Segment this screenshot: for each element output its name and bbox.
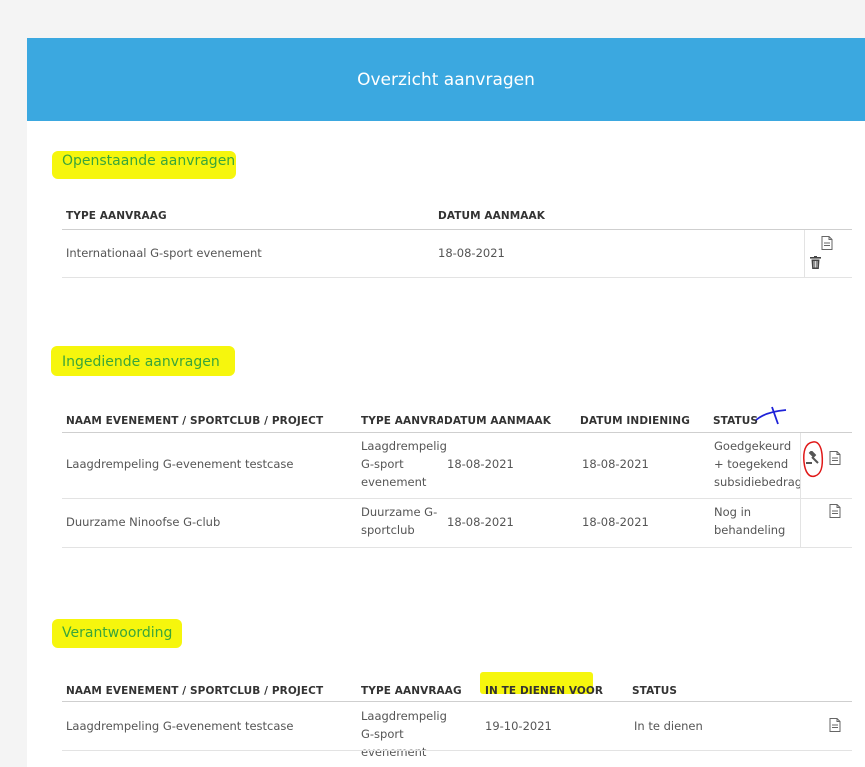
open-actions-divider xyxy=(804,230,805,278)
submitted-row1-status: Goedgekeurd + toegekend subsidiebedrag xyxy=(714,439,803,489)
document-icon[interactable] xyxy=(829,718,841,732)
document-icon[interactable] xyxy=(821,236,833,250)
submitted-row1-submitted: 18-08-2021 xyxy=(582,457,649,471)
submitted-col-created: DATUM AANMAAK xyxy=(444,415,551,427)
justification-row-status: In te dienen xyxy=(634,719,703,733)
submitted-row2-status: Nog in behandeling xyxy=(714,505,786,537)
submitted-row1-name: Laagdrempeling G-evenement testcase xyxy=(66,457,294,471)
trash-icon[interactable] xyxy=(810,256,821,269)
open-col-created: DATUM AANMAAK xyxy=(438,210,545,222)
open-header-divider xyxy=(62,229,852,230)
open-row-divider xyxy=(62,277,852,278)
justification-section-title: Verantwoording xyxy=(62,625,173,641)
justification-col-due: IN TE DIENEN VOOR xyxy=(485,685,604,697)
overview-header: Overzicht aanvragen xyxy=(27,38,865,121)
open-col-type: TYPE AANVRAAG xyxy=(66,210,167,222)
page-title: Overzicht aanvragen xyxy=(357,69,535,90)
justification-header-divider xyxy=(62,701,852,702)
submitted-col-type: TYPE AANVRAAG xyxy=(361,415,443,427)
submitted-row2-created: 18-08-2021 xyxy=(447,515,514,529)
submitted-section-title: Ingediende aanvragen xyxy=(62,354,220,370)
submitted-row2-type: Duurzame G-sportclub xyxy=(361,505,438,537)
justification-row-name: Laagdrempeling G-evenement testcase xyxy=(66,719,294,733)
document-icon[interactable] xyxy=(829,504,841,518)
justification-row-divider xyxy=(62,750,852,751)
submitted-row1-type: Laagdrempelig G-sport evenement xyxy=(361,439,447,489)
justification-row-due: 19-10-2021 xyxy=(485,719,552,733)
open-row-created: 18-08-2021 xyxy=(438,246,505,260)
submitted-col-status: STATUS xyxy=(713,415,759,427)
submitted-row1-divider xyxy=(62,498,852,499)
submitted-col-submitted: DATUM INDIENING xyxy=(580,415,690,427)
justification-col-status: STATUS xyxy=(632,685,678,697)
submitted-row2-actions-divider xyxy=(800,499,801,547)
submitted-row2-name: Duurzame Ninoofse G-club xyxy=(66,515,221,529)
submitted-row1-created: 18-08-2021 xyxy=(447,457,514,471)
justification-col-type: TYPE AANVRAAG xyxy=(361,685,462,697)
submitted-row2-submitted: 18-08-2021 xyxy=(582,515,649,529)
document-icon[interactable] xyxy=(829,451,841,465)
gavel-icon[interactable] xyxy=(806,451,820,465)
blue-cross-annotation xyxy=(755,406,787,425)
submitted-col-name: NAAM EVENEMENT / SPORTCLUB / PROJECT xyxy=(66,415,324,427)
justification-row-type: Laagdrempelig G-sport evenement xyxy=(361,709,447,759)
open-section-title: Openstaande aanvragen xyxy=(62,153,236,169)
submitted-header-divider xyxy=(62,432,852,433)
open-row-type: Internationaal G-sport evenement xyxy=(66,246,262,260)
justification-col-name: NAAM EVENEMENT / SPORTCLUB / PROJECT xyxy=(66,685,324,697)
overview-card xyxy=(27,38,865,767)
submitted-row2-divider xyxy=(62,547,852,548)
